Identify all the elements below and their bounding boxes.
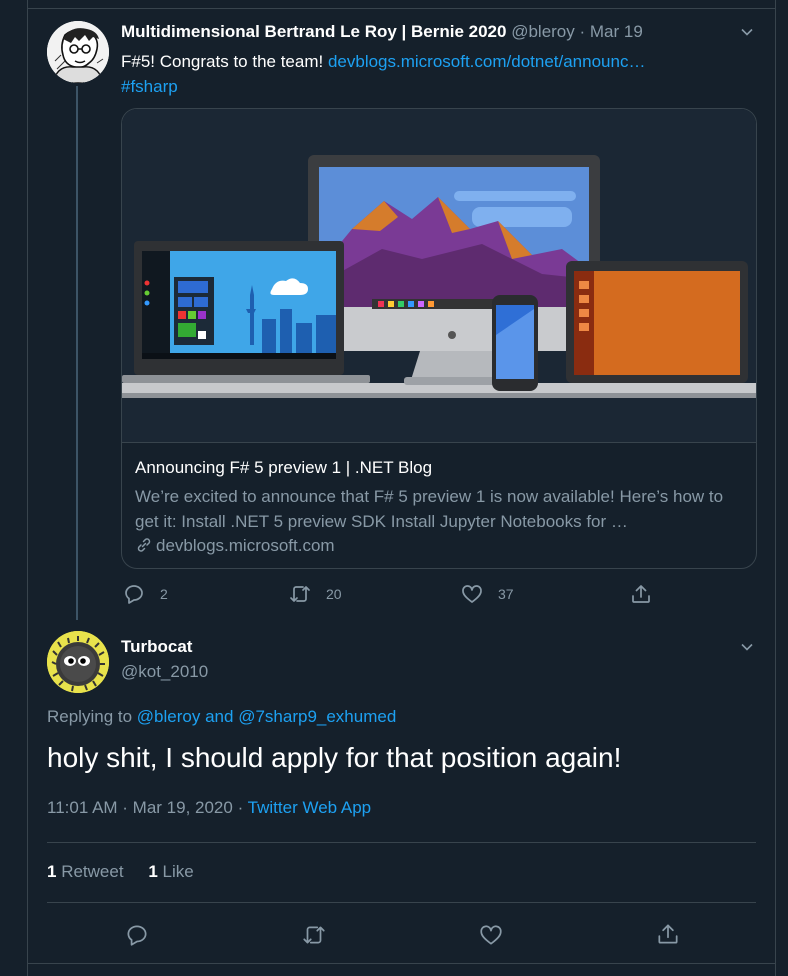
tweet1-reply-button[interactable]: 2 <box>122 582 168 606</box>
tweet2-source-link[interactable]: Twitter Web App <box>248 798 371 817</box>
avatar-sketch <box>47 21 109 83</box>
tweet1-retweet-button[interactable]: 20 <box>288 582 342 606</box>
retweets-stat[interactable]: 1 Retweet <box>47 862 124 881</box>
share-icon <box>658 924 678 944</box>
avatar-bleroy[interactable] <box>47 21 109 83</box>
tweet1-text: F#5! Congrats to the team! <box>121 52 324 71</box>
like-icon <box>462 585 482 603</box>
bottom-divider <box>27 963 776 964</box>
tweet1-like-count: 37 <box>498 586 514 602</box>
tweet2-like-button[interactable] <box>478 922 504 948</box>
like-icon <box>480 925 502 945</box>
retweet-icon <box>303 926 325 944</box>
tweet1-url-link[interactable]: devblogs.microsoft.com/dotnet/announc… <box>328 52 646 71</box>
tweet2-reply-button[interactable] <box>124 922 150 948</box>
reply-icon <box>127 925 147 946</box>
tweet1-retweet-count: 20 <box>326 586 342 602</box>
replying-mention-7sharp9[interactable]: @7sharp9_exhumed <box>238 707 396 726</box>
share-icon <box>632 585 650 603</box>
card-separator <box>122 442 756 443</box>
chevron-down-icon[interactable] <box>739 639 755 655</box>
tweet2-retweet-button[interactable] <box>301 922 327 948</box>
tweet1-dot: · <box>574 22 590 41</box>
link-icon <box>137 538 151 552</box>
retweet-count: 1 <box>47 862 57 881</box>
card-domain: devblogs.microsoft.com <box>156 536 335 555</box>
top-divider <box>27 8 776 9</box>
tweet1-hashtag-link[interactable]: #fsharp <box>121 77 178 96</box>
likes-stat[interactable]: 1 Like <box>148 862 193 881</box>
tweet2-share-button[interactable] <box>655 921 681 947</box>
retweet-icon <box>290 586 310 602</box>
reply-icon <box>125 585 143 604</box>
card-title[interactable]: Announcing F# 5 preview 1 | .NET Blog <box>135 458 432 478</box>
replying-label: Replying to <box>47 707 133 726</box>
tweet1-like-button[interactable]: 37 <box>460 582 514 606</box>
stats-divider-top <box>47 842 756 843</box>
thread-connector <box>76 86 78 620</box>
replying-to-line: Replying to @bleroy and @7sharp9_exhumed <box>47 707 396 727</box>
tweet1-display-name[interactable]: Multidimensional Bertrand Le Roy | Berni… <box>121 22 506 41</box>
tweet2-display-name[interactable]: Turbocat <box>121 637 192 657</box>
retweet-label: Retweet <box>61 862 124 881</box>
devices-illustration <box>122 109 756 442</box>
tweet1-date[interactable]: Mar 19 <box>590 22 643 41</box>
stats-divider-bottom <box>47 902 756 903</box>
tweet2-handle[interactable]: @kot_2010 <box>121 662 208 682</box>
card-description: We’re excited to announce that F# 5 prev… <box>135 487 724 531</box>
replying-mention-bleroy[interactable]: @bleroy <box>137 707 201 726</box>
tweet2-time[interactable]: 11:01 AM · Mar 19, 2020 <box>47 798 233 817</box>
like-count: 1 <box>148 862 158 881</box>
tweet1-reply-count: 2 <box>160 586 168 602</box>
card-domain-row: devblogs.microsoft.com <box>135 536 335 556</box>
tweet2-meta: 11:01 AM · Mar 19, 2020 · Twitter Web Ap… <box>47 798 371 818</box>
card-image <box>122 109 756 442</box>
avatar-furball <box>47 631 109 693</box>
like-label: Like <box>162 862 194 881</box>
link-preview-card[interactable]: Announcing F# 5 preview 1 | .NET Blog We… <box>121 108 757 569</box>
tweet1-header: Multidimensional Bertrand Le Roy | Berni… <box>121 22 643 42</box>
chevron-down-icon[interactable] <box>739 24 755 40</box>
tweet2-text: holy shit, I should apply for that posit… <box>47 742 622 773</box>
avatar-kot[interactable] <box>47 631 109 693</box>
replying-and: and <box>205 707 234 726</box>
tweet2-stats: 1 Retweet 1 Like <box>47 862 194 882</box>
tweet1-handle[interactable]: @bleroy <box>511 22 575 41</box>
meta-dot: · <box>232 798 248 817</box>
tweet1-share-button[interactable] <box>629 582 653 606</box>
tweet1-text-block: F#5! Congrats to the team! devblogs.micr… <box>121 49 741 99</box>
